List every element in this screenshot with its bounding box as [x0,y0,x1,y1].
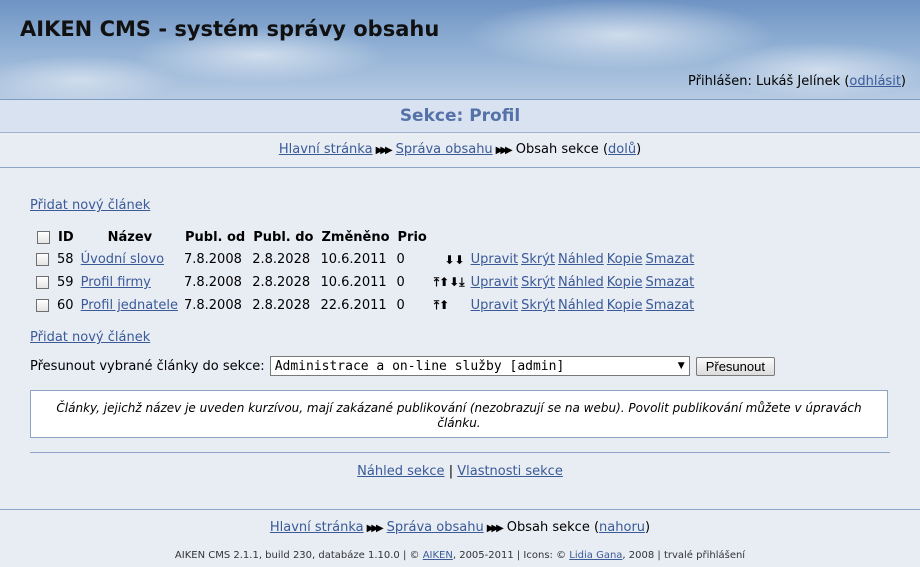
breadcrumb-home[interactable]: Hlavní stránka [270,520,364,535]
section-title-bar: Sekce: Profil [0,100,920,133]
chevron-down-icon: ▼ [677,361,685,371]
paren-close: ) [636,142,642,157]
row-changed: 10.6.2011 [320,275,387,290]
footer-version: AIKEN CMS 2.1.1, build 230, databáze 1.1… [174,550,423,561]
row-publ-to: 2.8.2028 [252,298,311,313]
row-id: 59 [57,275,74,290]
row-checkbox[interactable] [36,253,49,266]
table-row: 58 Úvodní slovo 7.8.2008 2.8.2028 10.6.2… [33,248,700,271]
footer: AIKEN CMS 2.1.1, build 230, databáze 1.1… [0,545,920,567]
footer-aiken-link[interactable]: AIKEN [423,550,453,561]
articles-table: ID Název Publ. od Publ. do Změněno Prio … [33,226,700,317]
row-publ-from: 7.8.2008 [183,298,242,313]
delete-link[interactable]: Smazat [645,252,694,267]
breadcrumb-arrow-icon: ▶▶▶ [495,145,513,156]
row-title-link[interactable]: Profil firmy [81,275,151,290]
preview-link[interactable]: Náhled [558,252,604,267]
delete-link[interactable]: Smazat [645,298,694,313]
delete-link[interactable]: Smazat [645,275,694,290]
footer-suffix: , 2008 | trvalé přihlášení [622,550,746,561]
row-actions: Upravit Skrýt Náhled Kopie Smazat [468,271,701,294]
breadcrumb-current: Obsah sekce [515,142,599,157]
move-arrows-icon[interactable]: ⤒⬆ [431,294,468,317]
breadcrumb-bottom: Hlavní stránka ▶▶▶ Správa obsahu ▶▶▶ Obsah s… [0,509,920,546]
breadcrumb-content-admin[interactable]: Správa obsahu [396,142,493,157]
row-publ-to: 2.8.2028 [252,252,311,267]
selected-section-value: Administrace a on-line služby [admin] [274,358,565,374]
row-publ-to: 2.8.2028 [252,275,311,290]
edit-link[interactable]: Upravit [471,298,518,313]
divider [30,452,890,453]
up-link[interactable]: nahoru [599,520,645,535]
breadcrumb: Hlavní stránka ▶▶▶ Správa obsahu ▶▶▶ Obsah s… [0,133,920,168]
column-header-changed: Změněno [321,229,390,245]
row-title-link[interactable]: Profil jednatele [81,298,178,313]
row-actions: Upravit Skrýt Náhled Kopie Smazat [468,248,701,271]
app-title: AIKEN CMS - systém správy obsahu [20,17,440,41]
row-actions: Upravit Skrýt Náhled Kopie Smazat [468,294,701,317]
section-preview-link[interactable]: Náhled sekce [357,464,444,479]
hide-link[interactable]: Skrýt [521,298,555,313]
breadcrumb-home[interactable]: Hlavní stránka [279,142,373,157]
column-header-id: ID [58,229,74,245]
footer-middle: , 2005-2011 | Icons: © [452,550,570,561]
breadcrumb-arrow-icon: ▶▶▶ [366,523,384,534]
edit-link[interactable]: Upravit [471,275,518,290]
page-title: Sekce: Profil [399,106,521,126]
section-properties-link[interactable]: Vlastnosti sekce [457,464,563,479]
row-id: 60 [57,298,74,313]
login-info: Přihlášen: Lukáš Jelínek (odhlásit) [688,74,906,89]
link-separator: | [448,464,454,479]
preview-link[interactable]: Náhled [558,298,604,313]
move-articles-row: Přesunout vybrané články do sekce: Admin… [30,356,775,376]
info-note: Články, jejichž název je uveden kurzívou… [30,390,888,438]
move-arrows-icon[interactable]: ⤒⬆⬇⤓ [431,271,468,294]
column-header-name: Název [107,229,153,245]
row-prio: 0 [396,252,405,267]
copy-link[interactable]: Kopie [607,275,643,290]
row-changed: 10.6.2011 [320,252,387,267]
row-publ-from: 7.8.2008 [183,275,242,290]
column-header-prio: Prio [397,229,427,245]
footer-icons-link[interactable]: Lidia Gana [569,550,622,561]
table-row: 60 Profil jednatele 7.8.2008 2.8.2028 22… [33,294,700,317]
table-row: 59 Profil firmy 7.8.2008 2.8.2028 10.6.2… [33,271,700,294]
row-prio: 0 [396,298,405,313]
logout-link[interactable]: odhlásit [849,74,901,89]
row-publ-from: 7.8.2008 [183,252,242,267]
row-prio: 0 [396,275,405,290]
login-suffix: ) [900,74,906,89]
row-checkbox[interactable] [36,299,49,312]
add-article-link-bottom[interactable]: Přidat nový článek [30,330,150,345]
hide-link[interactable]: Skrýt [521,275,555,290]
move-label: Přesunout vybrané články do sekce: [30,358,265,374]
row-changed: 22.6.2011 [320,298,387,313]
edit-link[interactable]: Upravit [471,252,518,267]
copy-link[interactable]: Kopie [607,252,643,267]
section-links: Náhled sekce | Vlastnosti sekce [0,464,920,479]
preview-link[interactable]: Náhled [558,275,604,290]
move-button[interactable]: Přesunout [695,356,775,376]
breadcrumb-content-admin[interactable]: Správa obsahu [387,520,484,535]
breadcrumb-arrow-icon: ▶▶▶ [486,523,504,534]
header-banner: AIKEN CMS - systém správy obsahu Přihláš… [0,0,920,100]
select-all-cell [33,226,54,248]
move-arrows-icon[interactable]: ⬇⬇ [431,248,468,271]
column-header-publ-from: Publ. od [184,229,246,245]
copy-link[interactable]: Kopie [607,298,643,313]
login-user-text: Přihlášen: Lukáš Jelínek ( [688,74,850,89]
breadcrumb-current: Obsah sekce [506,520,590,535]
row-checkbox[interactable] [36,276,49,289]
breadcrumb-arrow-icon: ▶▶▶ [375,145,393,156]
down-link[interactable]: dolů [608,142,636,157]
select-all-checkbox[interactable] [37,230,50,244]
target-section-select[interactable]: Administrace a on-line služby [admin] ▼ [269,356,690,376]
row-id: 58 [57,252,74,267]
row-title-link[interactable]: Úvodní slovo [81,252,164,267]
paren-close: ) [645,520,651,535]
column-header-publ-to: Publ. do [253,229,314,245]
add-article-link-top[interactable]: Přidat nový článek [30,198,150,213]
table-header-row: ID Název Publ. od Publ. do Změněno Prio [33,226,700,248]
hide-link[interactable]: Skrýt [521,252,555,267]
